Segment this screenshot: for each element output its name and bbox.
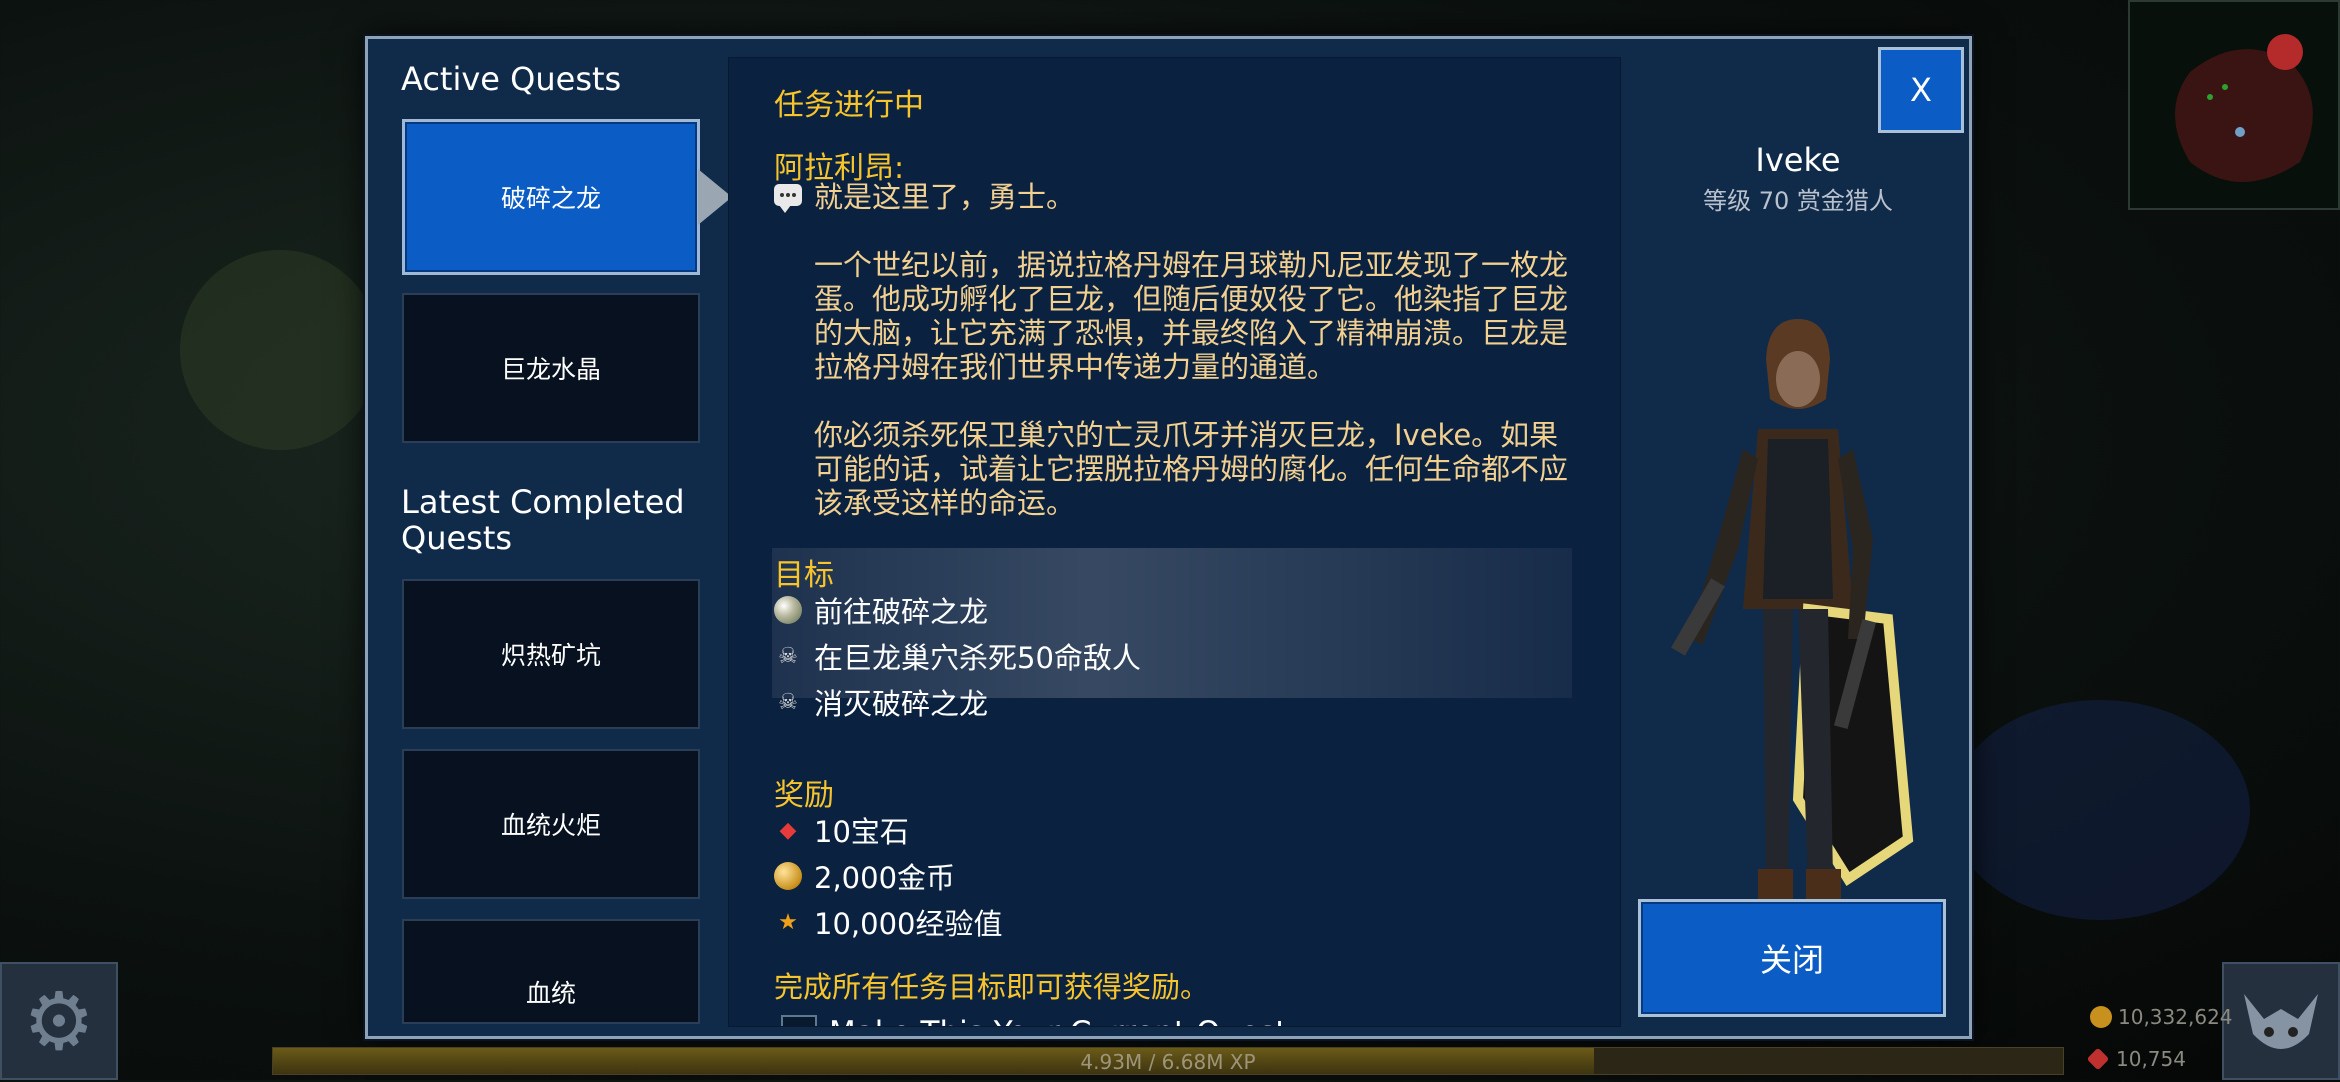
quest-item-label: 血统火炬 xyxy=(500,811,601,840)
gem-icon: ◆ xyxy=(779,817,797,843)
background-glow xyxy=(1950,700,2250,920)
quest-item-label: 血统 xyxy=(525,978,576,1008)
active-quests-heading: Active Quests xyxy=(401,60,622,98)
reward-item: ★ 10,000经验值 xyxy=(774,904,1003,941)
coin-icon xyxy=(774,862,802,890)
reward-note: 完成所有任务目标即可获得奖励。 xyxy=(774,970,1210,1004)
settings-gear-button[interactable]: ⚙ xyxy=(0,962,118,1080)
completed-quest-item[interactable]: 血统火炬 xyxy=(402,749,700,899)
background-glow xyxy=(180,250,380,450)
gold-amount: 10,332,624 xyxy=(2118,1005,2233,1029)
minimap-terrain xyxy=(2175,34,2313,183)
character-level-class: 等级 70 赏金猎人 xyxy=(1703,187,1893,215)
minimap-marker xyxy=(2267,34,2303,70)
objective-text: 在巨龙巢穴杀死50命敌人 xyxy=(814,641,1141,675)
rewards-heading: 奖励 xyxy=(774,778,834,813)
selected-arrow-icon xyxy=(698,169,732,225)
character-portrait xyxy=(1671,319,1914,933)
gold-counter: 10,332,624 xyxy=(2090,1005,2233,1029)
xp-star-icon: ★ xyxy=(778,909,798,935)
gem-counter: 10,754 xyxy=(2086,1047,2186,1071)
completed-quest-item[interactable]: 血统 xyxy=(402,919,700,1024)
quest-item-label: 炽热矿坑 xyxy=(500,641,601,670)
objective-text: 消灭破碎之龙 xyxy=(814,687,989,721)
speech-bubble-icon xyxy=(774,184,802,213)
quest-detail-panel: 任务进行中 阿拉利昂: 就是这里了，勇士。 一个世纪以前，据说拉格丹姆在月球勒凡… xyxy=(728,57,1621,1027)
make-current-quest-toggle[interactable]: Make This Your Current Quest xyxy=(781,1015,1287,1026)
reward-item: 2,000金币 xyxy=(774,858,956,895)
gear-icon: ⚙ xyxy=(23,974,95,1068)
quest-item-shattered-dragon[interactable]: 破碎之龙 xyxy=(402,119,700,275)
gem-icon xyxy=(2086,1047,2110,1071)
objective-item: ☠ 消灭破碎之龙 xyxy=(774,684,989,721)
objective-text: 前往破碎之龙 xyxy=(814,595,989,629)
experience-bar: 4.93M / 6.68M XP xyxy=(272,1047,2064,1075)
quest-item-dragon-crystal[interactable]: 巨龙水晶 xyxy=(402,293,700,443)
make-current-quest-label: Make This Your Current Quest xyxy=(829,1015,1287,1026)
quest-list-panel: Active Quests 破碎之龙 巨龙水晶 Latest Completed… xyxy=(368,39,732,1036)
coin-icon xyxy=(2090,1006,2112,1028)
quest-item-label: 破碎之龙 xyxy=(500,184,601,213)
helmet-icon xyxy=(2244,994,2318,1049)
gem-amount: 10,754 xyxy=(2116,1047,2186,1071)
skull-icon: ☠ xyxy=(778,689,798,715)
objective-item: 前往破碎之龙 xyxy=(774,592,989,629)
close-button[interactable]: 关闭 xyxy=(1638,899,1946,1017)
character-name: Iveke xyxy=(1755,141,1841,179)
completed-quest-item[interactable]: 炽热矿坑 xyxy=(402,579,700,729)
skull-icon: ☠ xyxy=(778,643,798,669)
objectives-heading: 目标 xyxy=(774,558,834,593)
make-current-quest-checkbox[interactable] xyxy=(781,1015,817,1026)
quest-dialogue-text: 就是这里了，勇士。 一个世纪以前，据说拉格丹姆在月球勒凡尼亚发现了一枚龙 蛋。他… xyxy=(814,180,1569,520)
globe-icon xyxy=(774,596,802,624)
reward-text: 10宝石 xyxy=(814,815,909,849)
minimap[interactable] xyxy=(2128,0,2340,210)
reward-text: 2,000金币 xyxy=(814,861,956,895)
character-helmet-button[interactable] xyxy=(2222,962,2340,1080)
completed-quests-heading: Latest Completed Quests xyxy=(401,483,685,557)
close-x-button[interactable]: X xyxy=(1878,47,1964,133)
experience-text: 4.93M / 6.68M XP xyxy=(1080,1050,1256,1074)
quest-log-dialog: Active Quests 破碎之龙 巨龙水晶 Latest Completed… xyxy=(365,36,1972,1039)
reward-item: ◆ 10宝石 xyxy=(774,812,909,849)
quest-item-label: 巨龙水晶 xyxy=(500,355,601,384)
reward-text: 10,000经验值 xyxy=(814,907,1003,941)
objective-item: ☠ 在巨龙巢穴杀死50命敌人 xyxy=(774,638,1141,675)
quest-status: 任务进行中 xyxy=(774,88,924,123)
